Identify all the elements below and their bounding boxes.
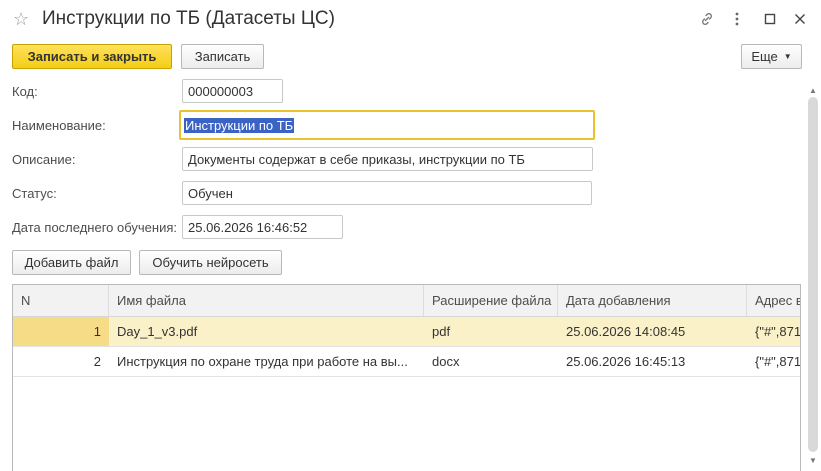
- table-row[interactable]: 1 Day_1_v3.pdf pdf 25.06.2026 14:08:45 {…: [13, 317, 801, 347]
- save-and-close-button[interactable]: Записать и закрыть: [12, 44, 172, 69]
- cell-n: 1: [13, 317, 109, 346]
- train-network-button[interactable]: Обучить нейросеть: [139, 250, 282, 275]
- more-button[interactable]: Еще ▼: [741, 44, 802, 69]
- column-header-date-added[interactable]: Дата добавления: [558, 285, 747, 316]
- table-row[interactable]: 2 Инструкция по охране труда при работе …: [13, 347, 801, 377]
- cell-file-name: Инструкция по охране труда при работе на…: [117, 354, 408, 369]
- scroll-down-arrow[interactable]: ▼: [807, 456, 819, 466]
- description-label: Описание:: [12, 152, 76, 167]
- status-field[interactable]: Обучен: [182, 181, 592, 205]
- files-table: N Имя файла Расширение файла Дата добавл…: [12, 284, 801, 471]
- more-button-label: Еще: [751, 49, 778, 64]
- column-header-n[interactable]: N: [13, 285, 109, 316]
- cell-address: {"#",871: [755, 324, 801, 339]
- name-field[interactable]: Инструкции по ТБ: [179, 110, 595, 140]
- column-header-address[interactable]: Адрес в: [747, 285, 800, 316]
- last-training-field[interactable]: 25.06.2026 16:46:52: [182, 215, 343, 239]
- cell-date-added: 25.06.2026 14:08:45: [566, 324, 686, 339]
- table-header: N Имя файла Расширение файла Дата добавл…: [13, 285, 800, 317]
- star-icon[interactable]: ☆: [13, 9, 33, 29]
- cell-file-name: Day_1_v3.pdf: [117, 324, 198, 339]
- status-label: Статус:: [12, 186, 57, 201]
- column-header-extension[interactable]: Расширение файла: [424, 285, 558, 316]
- cell-date-added: 25.06.2026 16:45:13: [566, 354, 686, 369]
- cell-address: {"#",871: [755, 354, 801, 369]
- page-title: Инструкции по ТБ (Датасеты ЦС): [42, 8, 335, 29]
- link-icon[interactable]: [697, 9, 717, 29]
- maximize-icon[interactable]: [760, 9, 780, 29]
- description-field[interactable]: Документы содержат в себе приказы, инстр…: [182, 147, 593, 171]
- scroll-up-arrow[interactable]: ▲: [807, 86, 819, 96]
- last-training-label: Дата последнего обучения:: [12, 220, 177, 235]
- cell-n: 2: [93, 354, 101, 369]
- code-label: Код:: [12, 84, 38, 99]
- cell-extension: pdf: [432, 324, 451, 339]
- column-header-file-name[interactable]: Имя файла: [109, 285, 424, 316]
- name-label: Наименование:: [12, 118, 106, 133]
- code-field[interactable]: 000000003: [182, 79, 283, 103]
- chevron-down-icon: ▼: [783, 52, 792, 61]
- vertical-scrollbar[interactable]: [808, 97, 818, 452]
- close-icon[interactable]: [790, 9, 810, 29]
- more-icon[interactable]: [727, 9, 747, 29]
- save-button[interactable]: Записать: [181, 44, 264, 69]
- add-file-button[interactable]: Добавить файл: [12, 250, 131, 275]
- cell-extension: docx: [432, 354, 460, 369]
- name-field-value: Инструкции по ТБ: [184, 117, 295, 133]
